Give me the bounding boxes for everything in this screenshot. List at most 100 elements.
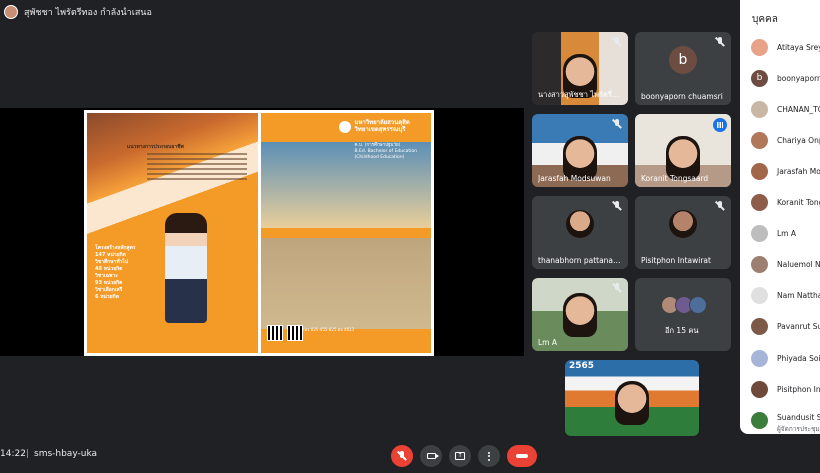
campus-name: วิทยาเขตสุพรรณบุรี bbox=[354, 126, 406, 133]
mic-off-icon bbox=[715, 201, 725, 211]
mic-off-icon bbox=[612, 37, 622, 47]
presenting-label: สุพัชชา ไพรัตรีทอง กำลังนำเสนอ bbox=[24, 8, 152, 18]
participant-list-name: Jarasfah Modsuwan bbox=[777, 166, 820, 176]
participant-avatar bbox=[566, 210, 594, 238]
avatar bbox=[751, 38, 768, 56]
degree-info: ค.บ. (การศึกษาปฐมวัย) B.Ed. Bachelor of … bbox=[355, 135, 421, 161]
stat-line: 48 หน่วยกิต bbox=[95, 266, 123, 272]
avatar bbox=[751, 256, 768, 274]
participant-role: ผู้จัดการประชุม bbox=[777, 425, 820, 434]
stat-line: วิชาเฉพาะ bbox=[95, 273, 118, 279]
mic-toggle-button[interactable] bbox=[391, 445, 413, 467]
participant-name: Lm A bbox=[538, 338, 557, 347]
stat-line: วิชาศึกษาทั่วไป bbox=[95, 259, 129, 265]
mic-off-icon bbox=[612, 201, 622, 211]
university-title: มหาวิทยาลัยสวนดุสิต วิทยาเขตสุพรรณบุรี bbox=[355, 119, 410, 133]
avatar: b bbox=[751, 69, 768, 87]
participant-list-name: Pavanrut Suwan bbox=[777, 322, 820, 332]
stat-line: 93 หน่วยกิต bbox=[95, 280, 123, 286]
poster-right: มหาวิทยาลัยสวนดุสิต วิทยาเขตสุพรรณบุรี ค… bbox=[260, 113, 431, 353]
participant-list-name: CHANAN_TONGPROM bbox=[777, 104, 820, 114]
participant-tile[interactable]: นางสาวสุพัชชา ไพรัตรีทอง bbox=[532, 32, 628, 105]
mic-off-icon bbox=[397, 451, 407, 461]
participant-face bbox=[563, 292, 597, 337]
stat-line: วิชาเลือกเสรี bbox=[95, 287, 123, 293]
university-name: มหาวิทยาลัยสวนดุสิต bbox=[354, 119, 410, 126]
participant-tile[interactable]: Lm A bbox=[532, 278, 628, 351]
avatar bbox=[751, 411, 768, 429]
participant-list-item[interactable]: Pisitphon Intawirat bbox=[740, 374, 820, 404]
participant-name: thanabhorn pattanawong bbox=[538, 256, 622, 265]
participant-list-name: Chariya Onpan bbox=[777, 135, 820, 145]
avatar bbox=[689, 296, 707, 314]
contact-info: โทร 035-455-825 ต่อ 4613 bbox=[302, 327, 355, 332]
stat-line: 147 หน่วยกิต bbox=[95, 252, 126, 258]
participant-list-item[interactable]: Pavanrut Suwan bbox=[740, 312, 820, 342]
more-participants-tile[interactable]: อีก 15 คน bbox=[635, 278, 731, 351]
mic-off-icon bbox=[612, 119, 622, 129]
presenter-avatar bbox=[4, 5, 18, 19]
self-view-tile[interactable]: 2565 bbox=[565, 360, 699, 436]
mic-off-icon bbox=[612, 283, 622, 293]
separator: | bbox=[26, 449, 30, 459]
avatar bbox=[751, 131, 768, 149]
participant-list-name: Phiyada Soisong bbox=[777, 353, 820, 363]
participant-tile[interactable]: Pisitphon Intawirat bbox=[635, 196, 731, 269]
participant-list-name: Naluemol Nilsuk bbox=[777, 260, 820, 270]
meeting-clock: 14:22 bbox=[0, 449, 26, 459]
presentation-stage[interactable]: แนวทางการประกอบอาชีพ โครงสร้างหลักสูตร 1… bbox=[0, 108, 524, 356]
participant-list-item[interactable]: Lm A bbox=[740, 219, 820, 249]
participant-tile[interactable]: thanabhorn pattanawong bbox=[532, 196, 628, 269]
more-vert-icon bbox=[488, 451, 490, 461]
participant-list-item[interactable]: Atitaya Sreyo bbox=[740, 32, 820, 62]
participant-list-item[interactable]: Nam Natthawat bbox=[740, 281, 820, 311]
phone-hangup-icon bbox=[516, 454, 528, 458]
presenter-bar: สุพัชชา ไพรัตรีทอง กำลังนำเสนอ bbox=[0, 0, 735, 24]
participant-tile[interactable]: Jarasfah Modsuwan bbox=[532, 114, 628, 187]
participant-list-item[interactable]: Phiyada Soisong bbox=[740, 343, 820, 373]
participant-list-name: Suandusit Suphanburi bbox=[777, 413, 820, 423]
participant-list-item[interactable]: CHANAN_TONGPROM bbox=[740, 94, 820, 124]
participant-list-name: boonyaporn chuamsri bbox=[777, 73, 820, 83]
leave-call-button[interactable] bbox=[507, 445, 537, 467]
participant-name: boonyaporn chuamsri bbox=[641, 92, 723, 101]
speaking-indicator-icon bbox=[713, 118, 727, 132]
avatar bbox=[751, 380, 768, 398]
career-heading: แนวทางการประกอบอาชีพ bbox=[127, 144, 184, 150]
participant-list-item[interactable]: Jarasfah Modsuwan bbox=[740, 156, 820, 186]
participant-avatar bbox=[669, 210, 697, 238]
participant-name: Jarasfah Modsuwan bbox=[538, 174, 611, 183]
avatar bbox=[751, 318, 768, 336]
avatar bbox=[751, 287, 768, 305]
mic-off-icon bbox=[715, 37, 725, 47]
stat-line: โครงสร้างหลักสูตร bbox=[95, 245, 136, 251]
qr-code bbox=[266, 325, 283, 341]
present-button[interactable]: ↑ bbox=[449, 445, 471, 467]
avatar bbox=[751, 225, 768, 243]
participant-name: นางสาวสุพัชชา ไพรัตรีทอง bbox=[538, 90, 622, 99]
people-panel[interactable]: บุคคล Atitaya Sreyo b boonyaporn chuamsri C… bbox=[740, 0, 820, 434]
participant-list-item[interactable]: Naluemol Nilsuk bbox=[740, 250, 820, 280]
participant-list-item[interactable]: Suandusit Suphanburi ผู้จัดการประชุม bbox=[740, 405, 820, 434]
camera-icon bbox=[426, 453, 439, 459]
more-avatars bbox=[661, 296, 707, 314]
participant-list-item[interactable]: b boonyaporn chuamsri bbox=[740, 63, 820, 93]
participant-name: Koranit Tongsaard bbox=[641, 174, 709, 183]
participant-list-name: Koranit Tongsaard bbox=[777, 198, 820, 207]
shared-slide: แนวทางการประกอบอาชีพ โครงสร้างหลักสูตร 1… bbox=[84, 110, 434, 356]
participant-tile[interactable]: b boonyaporn chuamsri bbox=[635, 32, 731, 105]
avatar bbox=[751, 194, 768, 211]
control-bar: 14:22 | sms-hbay-uka ↑ bbox=[0, 441, 820, 473]
participant-list-name: Pisitphon Intawirat bbox=[777, 384, 820, 394]
participant-name: Pisitphon Intawirat bbox=[641, 256, 711, 265]
participant-avatar: b bbox=[669, 46, 697, 74]
present-screen-icon: ↑ bbox=[455, 452, 465, 460]
more-options-button[interactable] bbox=[478, 445, 500, 467]
participant-list-item[interactable]: Chariya Onpan bbox=[740, 125, 820, 155]
camera-toggle-button[interactable] bbox=[420, 445, 442, 467]
avatar bbox=[751, 162, 768, 180]
participant-list-item[interactable]: Koranit Tongsaard bbox=[740, 188, 820, 218]
participant-list-name: Lm A bbox=[777, 229, 796, 239]
people-panel-title: บุคคล bbox=[752, 14, 778, 25]
participant-tile[interactable]: Koranit Tongsaard bbox=[635, 114, 731, 187]
